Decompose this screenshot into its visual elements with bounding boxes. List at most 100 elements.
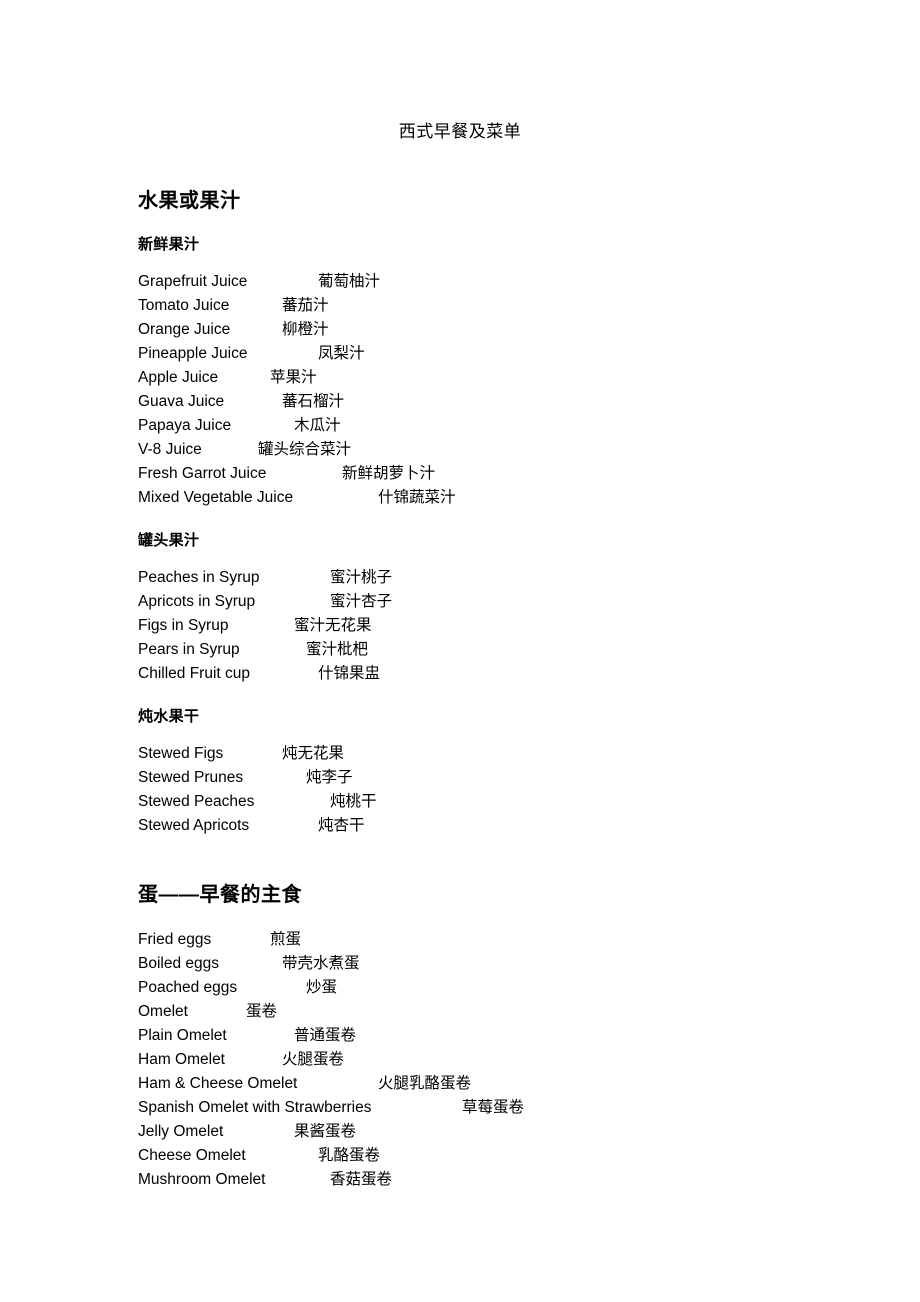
menu-item: Mushroom Omelet 香菇蛋卷: [138, 1168, 838, 1192]
menu-item: Stewed Apricots 炖杏干: [138, 814, 838, 838]
subheading-spacer: [138, 552, 838, 566]
menu-item-list: Fried eggs 煎蛋 Boiled eggs 带壳水煮蛋 Poached eggs…: [138, 928, 838, 1192]
menu-item-name-en: Mushroom Omelet: [138, 1171, 266, 1188]
menu-item-name-cn: 炖李子: [306, 769, 353, 786]
heading-spacer: [138, 908, 838, 928]
menu-item-name-en: Figs in Syrup: [138, 617, 229, 634]
menu-item-name-cn: 凤梨汁: [318, 345, 365, 362]
menu-item: Pineapple Juice 凤梨汁: [138, 342, 838, 366]
menu-item-name-cn: 蛋卷: [246, 1003, 278, 1020]
subheading-spacer: [138, 256, 838, 270]
menu-item: Chilled Fruit cup 什锦果盅: [138, 662, 838, 686]
document-page: 西式早餐及菜单 水果或果汁 新鲜果汁 Grapefruit Juice 葡萄柚汁 Tom…: [0, 0, 920, 1302]
menu-item: Jelly Omelet 果酱蛋卷: [138, 1120, 838, 1144]
menu-item-name-cn: 煎蛋: [270, 931, 302, 948]
menu-item: Pears in Syrup 蜜汁枇杷: [138, 638, 838, 662]
menu-section: 水果或果汁 新鲜果汁 Grapefruit Juice 葡萄柚汁 Tomato Juic…: [138, 188, 838, 838]
section-heading: 水果或果汁: [138, 190, 241, 212]
menu-item-name-cn: 乳酪蛋卷: [318, 1147, 381, 1164]
menu-item-name-en: Chilled Fruit cup: [138, 665, 250, 682]
menu-item: Tomato Juice 蕃茄汁: [138, 294, 838, 318]
menu-item: Papaya Juice 木瓜汁: [138, 414, 838, 438]
menu-item-name-cn: 火腿乳酪蛋卷: [378, 1075, 472, 1092]
menu-item: Peaches in Syrup 蜜汁桃子: [138, 566, 838, 590]
menu-item: Plain Omelet 普通蛋卷: [138, 1024, 838, 1048]
menu-item: Apricots in Syrup 蜜汁杏子: [138, 590, 838, 614]
menu-item-name-en: Mixed Vegetable Juice: [138, 489, 294, 506]
menu-item: Cheese Omelet 乳酪蛋卷: [138, 1144, 838, 1168]
menu-item-name-cn: 蜜汁无花果: [294, 617, 372, 634]
menu-item-name-cn: 炒蛋: [306, 979, 338, 996]
menu-item: Stewed Prunes 炖李子: [138, 766, 838, 790]
menu-item-name-en: Ham & Cheese Omelet: [138, 1075, 298, 1092]
menu-item-name-cn: 香菇蛋卷: [330, 1171, 393, 1188]
heading-spacer: [138, 214, 838, 234]
menu-item-name-cn: 蜜汁杏子: [330, 593, 393, 610]
menu-item-name-en: Poached eggs: [138, 979, 238, 996]
menu-item: Figs in Syrup 蜜汁无花果: [138, 614, 838, 638]
menu-item-name-cn: 炖杏干: [318, 817, 365, 834]
menu-item-name-cn: 火腿蛋卷: [282, 1051, 345, 1068]
menu-item-name-en: Stewed Prunes: [138, 769, 244, 786]
menu-item: Stewed Figs 炖无花果: [138, 742, 838, 766]
menu-item-name-en: Jelly Omelet: [138, 1123, 224, 1140]
menu-item: Omelet 蛋卷: [138, 1000, 838, 1024]
subsection-heading: 罐头果汁: [138, 532, 200, 549]
menu-item-name-en: Apple Juice: [138, 369, 219, 386]
menu-item: Poached eggs 炒蛋: [138, 976, 838, 1000]
menu-item-name-en: Peaches in Syrup: [138, 569, 260, 586]
menu-item-name-en: V-8 Juice: [138, 441, 202, 458]
menu-item-name-en: Pineapple Juice: [138, 345, 248, 362]
sections-container: 水果或果汁 新鲜果汁 Grapefruit Juice 葡萄柚汁 Tomato Juic…: [138, 188, 838, 1192]
menu-item-list: Stewed Figs 炖无花果 Stewed Prunes 炖李子 Stewed Pe…: [138, 742, 838, 838]
menu-item: Fresh Garrot Juice 新鲜胡萝卜汁: [138, 462, 838, 486]
menu-item-name-en: Tomato Juice: [138, 297, 230, 314]
menu-item-name-cn: 木瓜汁: [294, 417, 341, 434]
menu-item-name-en: Ham Omelet: [138, 1051, 225, 1068]
menu-item-name-cn: 普通蛋卷: [294, 1027, 357, 1044]
menu-item: Guava Juice 蕃石榴汁: [138, 390, 838, 414]
menu-item-name-cn: 柳橙汁: [282, 321, 329, 338]
menu-item-name-cn: 带壳水煮蛋: [282, 955, 360, 972]
menu-item-name-en: Stewed Peaches: [138, 793, 255, 810]
menu-item: Orange Juice 柳橙汁: [138, 318, 838, 342]
menu-item-name-en: Papaya Juice: [138, 417, 232, 434]
menu-item: Mixed Vegetable Juice 什锦蔬菜汁: [138, 486, 838, 510]
menu-item-name-en: Boiled eggs: [138, 955, 220, 972]
menu-item-name-en: Fresh Garrot Juice: [138, 465, 267, 482]
menu-item: Spanish Omelet with Strawberries 草莓蛋卷: [138, 1096, 838, 1120]
menu-item-name-cn: 葡萄柚汁: [318, 273, 381, 290]
menu-item: Apple Juice 苹果汁: [138, 366, 838, 390]
menu-item-list: Grapefruit Juice 葡萄柚汁 Tomato Juice 蕃茄汁 Orang…: [138, 270, 838, 510]
menu-item: V-8 Juice 罐头综合菜汁: [138, 438, 838, 462]
menu-item-name-en: Stewed Apricots: [138, 817, 250, 834]
menu-item: Boiled eggs 带壳水煮蛋: [138, 952, 838, 976]
menu-item-name-cn: 什锦蔬菜汁: [378, 489, 456, 506]
menu-item-name-cn: 苹果汁: [270, 369, 317, 386]
menu-item-name-cn: 什锦果盅: [318, 665, 381, 682]
menu-item: Ham Omelet 火腿蛋卷: [138, 1048, 838, 1072]
title-spacer: [138, 144, 838, 188]
menu-item-name-cn: 罐头综合菜汁: [258, 441, 352, 458]
menu-item: Ham & Cheese Omelet 火腿乳酪蛋卷: [138, 1072, 838, 1096]
menu-item-name-en: Spanish Omelet with Strawberries: [138, 1099, 372, 1116]
menu-item-name-cn: 炖桃干: [330, 793, 377, 810]
menu-item-name-en: Plain Omelet: [138, 1027, 227, 1044]
menu-item-name-en: Guava Juice: [138, 393, 225, 410]
menu-item-name-cn: 蜜汁桃子: [330, 569, 393, 586]
menu-item-name-en: Orange Juice: [138, 321, 231, 338]
menu-item-name-en: Stewed Figs: [138, 745, 224, 762]
subsection-heading: 炖水果干: [138, 708, 200, 725]
menu-item-name-cn: 炖无花果: [282, 745, 345, 762]
menu-item-name-cn: 蜜汁枇杷: [306, 641, 369, 658]
page-title: 西式早餐及菜单: [398, 122, 522, 141]
subheading-spacer: [138, 728, 838, 742]
menu-item-list: Peaches in Syrup 蜜汁桃子 Apricots in Syrup 蜜汁杏…: [138, 566, 838, 686]
menu-section: 蛋——早餐的主食 Fried eggs 煎蛋 Boiled eggs 带壳水煮蛋 Poac…: [138, 882, 838, 1192]
menu-item: Stewed Peaches 炖桃干: [138, 790, 838, 814]
menu-item-name-cn: 草莓蛋卷: [462, 1099, 525, 1116]
menu-item-name-en: Omelet: [138, 1003, 188, 1020]
menu-item-name-en: Cheese Omelet: [138, 1147, 246, 1164]
